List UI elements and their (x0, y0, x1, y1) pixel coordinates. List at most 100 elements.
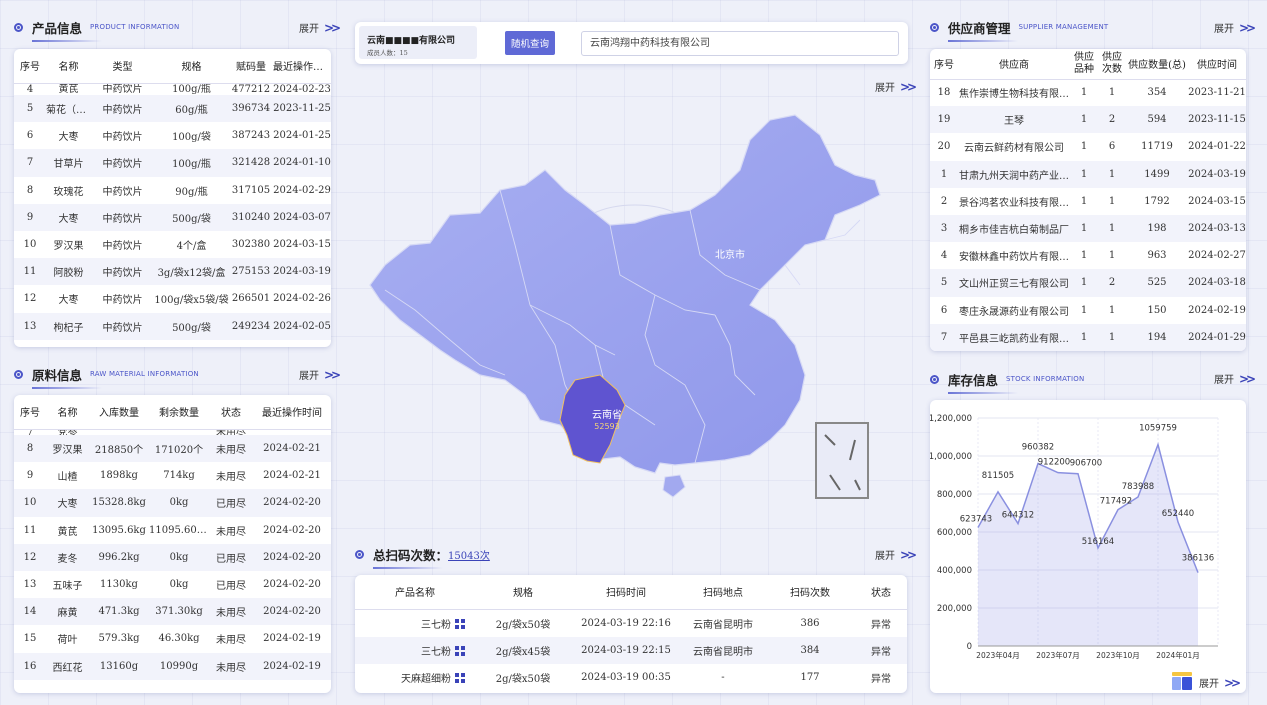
scan-title: 总扫码次数： (373, 545, 448, 569)
table-row[interactable]: 10 罗汉果 中药饮片 4个/盒 302380 2024-03-15 (14, 231, 331, 258)
table-cell: 100g/袋 (172, 132, 211, 144)
data-label: 652440 (1162, 509, 1194, 519)
table-row[interactable]: 13 枸杞子 中药饮片 500g/袋 249234 2024-02-05 (14, 312, 331, 340)
table-cell: 310240 (229, 203, 273, 231)
table-row[interactable]: 10 大枣 15328.8kg 0kg 已用尽 2024-02-20 (14, 489, 331, 517)
table-cell: 1 (1108, 250, 1116, 262)
table-row[interactable]: 14 麻黄 471.3kg 371.30kg 未用尽 2024-02-20 (14, 598, 331, 626)
table-cell: 3g/袋x12袋/盒 (154, 258, 229, 286)
table-cell: 文山州正贸三七有限公司 (958, 269, 1070, 297)
table-cell: 1 (1070, 214, 1098, 243)
table-row[interactable]: 11 阿胶粉 中药饮片 3g/袋x12袋/盒 275153 2024-03-19 (14, 258, 331, 286)
stock-chart: 0 200,000 400,000 600,000 800,000 1,000,000 1,… (930, 414, 1219, 660)
table-cell: 2024-02-23 (273, 84, 331, 95)
table-cell: 16 (14, 652, 46, 680)
scan-expand-button[interactable]: 展开 >> (875, 547, 917, 563)
table-row[interactable]: 5 文山州正贸三七有限公司 1 2 525 2024-03-18 (930, 269, 1246, 297)
china-outline (369, 114, 881, 474)
table-cell: 275153 (229, 258, 273, 286)
table-row[interactable]: 3 桐乡市佳吉杭白菊制品厂 1 1 198 2024-03-13 (930, 214, 1246, 243)
table-row[interactable]: 12 大枣 中药饮片 100g/袋x5袋/袋 266501 2024-02-26 (14, 285, 331, 312)
table-row[interactable]: 4 黄芪 中药饮片 100g/瓶 477212 2024-02-23 (14, 83, 331, 95)
table-cell: 384 (765, 636, 855, 664)
table-cell: 579.3kg (98, 633, 140, 645)
column-header: 入库数量 (99, 408, 139, 420)
data-label: 783988 (1122, 482, 1154, 492)
table-row[interactable]: 5 菊花（杭… 中药饮片 60g/瓶 396734 2023-11-25 (14, 95, 331, 123)
supplier-section-header: 供应商管理 SUPPLIER MANAGEMENT (930, 15, 1108, 42)
qr-code-icon[interactable] (455, 645, 465, 656)
table-cell: 14 (14, 598, 46, 626)
qr-code-icon[interactable] (455, 618, 465, 629)
stock-expand-button-top[interactable]: 展开 >> (1214, 371, 1256, 387)
data-label: 912200 (1038, 458, 1070, 468)
table-row[interactable]: 天麻超细粉 2g/袋x50袋 2024-03-19 00:35 - 177 异常 (355, 664, 907, 692)
table-row[interactable]: 三七粉 2g/袋x50袋 2024-03-19 22:16 云南省昆明市 386 异常 (355, 609, 907, 637)
table-cell: 2023-11-21 (1188, 87, 1246, 99)
company-members: 成员人数：15 (367, 47, 408, 57)
table-cell: 未用尽 (209, 652, 253, 680)
table-row[interactable]: 9 大枣 中药饮片 500g/袋 310240 2024-03-07 (14, 203, 331, 231)
table-cell: 5 (14, 95, 46, 123)
table-row[interactable]: 20 云南云鲜药材有限公司 1 6 11719 2024-01-22 (930, 133, 1246, 160)
table-row[interactable]: 19 王琴 1 2 594 2023-11-15 (930, 106, 1246, 134)
expand-label: 展开 (1214, 375, 1234, 386)
table-row[interactable]: 6 大枣 中药饮片 100g/袋 387243 2024-01-25 (14, 122, 331, 149)
table-cell: 玫瑰花 (53, 186, 84, 198)
column-header: 供应时间 (1197, 60, 1237, 72)
company-search-input[interactable]: 云南鸿翔中药科技有限公司 (581, 31, 899, 56)
table-cell: 594 (1126, 106, 1188, 134)
table-cell: 477212 (231, 84, 271, 95)
table-cell: 11 (14, 258, 46, 286)
table-row[interactable]: 12 麦冬 996.2kg 0kg 已用尽 2024-02-20 (14, 543, 331, 571)
table-cell: 中药饮片 (91, 258, 154, 286)
china-map[interactable]: 北京市 云南省 52593 (355, 95, 910, 515)
table-row[interactable]: 9 山楂 1898kg 714kg 未用尽 2024-02-21 (14, 462, 331, 489)
table-cell: 11095.60kg (149, 524, 209, 536)
table-row[interactable]: 13 五味子 1130kg 0kg 已用尽 2024-02-20 (14, 571, 331, 598)
table-row[interactable]: 11 黄芪 13095.6kg 11095.60kg 未用尽 2024-02-20 (14, 517, 331, 544)
table-row[interactable]: 16 西红花 13160g 10990g 未用尽 2024-02-19 (14, 652, 331, 680)
table-row[interactable]: 8 玫瑰花 中药饮片 90g/瓶 317105 2024-02-29 (14, 177, 331, 204)
members-count: 15 (399, 49, 408, 57)
raw-table: 序号 名称 入库数量 剩余数量 状态 最近操作时间 7 党参 未用尽 8 罗汉果 218850个 17… (14, 395, 331, 680)
table-row[interactable]: 4 安徽林鑫中药饮片有限… 1 1 963 2024-02-27 (930, 242, 1246, 269)
raw-table-panel: 序号 名称 入库数量 剩余数量 状态 最近操作时间 7 党参 未用尽 8 罗汉果 218850个 17… (14, 395, 331, 693)
table-cell: 1 (1108, 195, 1116, 207)
y-tick-label: 800,000 (937, 490, 972, 500)
company-card[interactable]: 云南■■■■有限公司 成员人数：15 (359, 26, 477, 59)
table-cell: 麦冬 (46, 543, 89, 571)
table-cell: 2024-02-19 (1188, 304, 1246, 316)
column-header: 规格 (181, 62, 202, 74)
x-tick-label: 2023年10月 (1096, 650, 1140, 660)
product-expand-button[interactable]: 展开 >> (299, 20, 341, 36)
table-row[interactable]: 1 甘肃九州天润中药产业… 1 1 1499 2024-03-19 (930, 160, 1246, 188)
table-row[interactable]: 18 焦作崇博生物科技有限… 1 1 354 2023-11-21 (930, 79, 1246, 106)
y-tick-label: 1,000,000 (930, 452, 972, 462)
table-cell: 18 (937, 87, 951, 99)
table-cell: 1 (1098, 160, 1126, 188)
column-header: 名称 (57, 408, 78, 420)
table-row[interactable]: 三七粉 2g/袋x45袋 2024-03-19 22:15 云南省昆明市 384 异常 (355, 636, 907, 664)
scan-total[interactable]: 15043次 (448, 547, 490, 562)
raw-expand-button[interactable]: 展开 >> (299, 367, 341, 383)
expand-label: 展开 (1199, 679, 1219, 690)
table-row[interactable]: 8 罗汉果 218850个 171020个 未用尽 2024-02-21 (14, 435, 331, 463)
stock-expand-button-bottom[interactable]: 展开 >> (1199, 675, 1241, 691)
table-row[interactable]: 6 枣庄永晟源药业有限公司 1 1 150 2024-02-19 (930, 297, 1246, 324)
table-cell: 罗汉果 (53, 241, 84, 253)
table-cell: 2024-03-19 22:15 (571, 636, 681, 664)
qr-code-icon[interactable] (455, 673, 465, 684)
supplier-expand-button[interactable]: 展开 >> (1214, 20, 1256, 36)
table-cell: 2024-02-20 (263, 579, 321, 591)
table-row[interactable]: 2 景谷鸿茗农业科技有限… 1 1 1792 2024-03-15 (930, 188, 1246, 215)
double-chevron-icon: >> (324, 20, 341, 35)
table-row[interactable]: 7 平邑县三屹凯药业有限… 1 1 194 2024-01-29 (930, 323, 1246, 351)
chart-legend-icon[interactable] (1172, 672, 1192, 690)
table-row[interactable]: 7 甘草片 中药饮片 100g/瓶 321428 2024-01-10 (14, 149, 331, 177)
table-cell: 2024-02-21 (253, 435, 331, 463)
random-query-button[interactable]: 随机查询 (505, 31, 555, 55)
map-expand-button[interactable]: 展开 >> (875, 79, 917, 95)
table-row[interactable]: 15 荷叶 579.3kg 46.30kg 未用尽 2024-02-19 (14, 625, 331, 652)
raw-subtitle: RAW MATERIAL INFORMATION (90, 370, 199, 378)
